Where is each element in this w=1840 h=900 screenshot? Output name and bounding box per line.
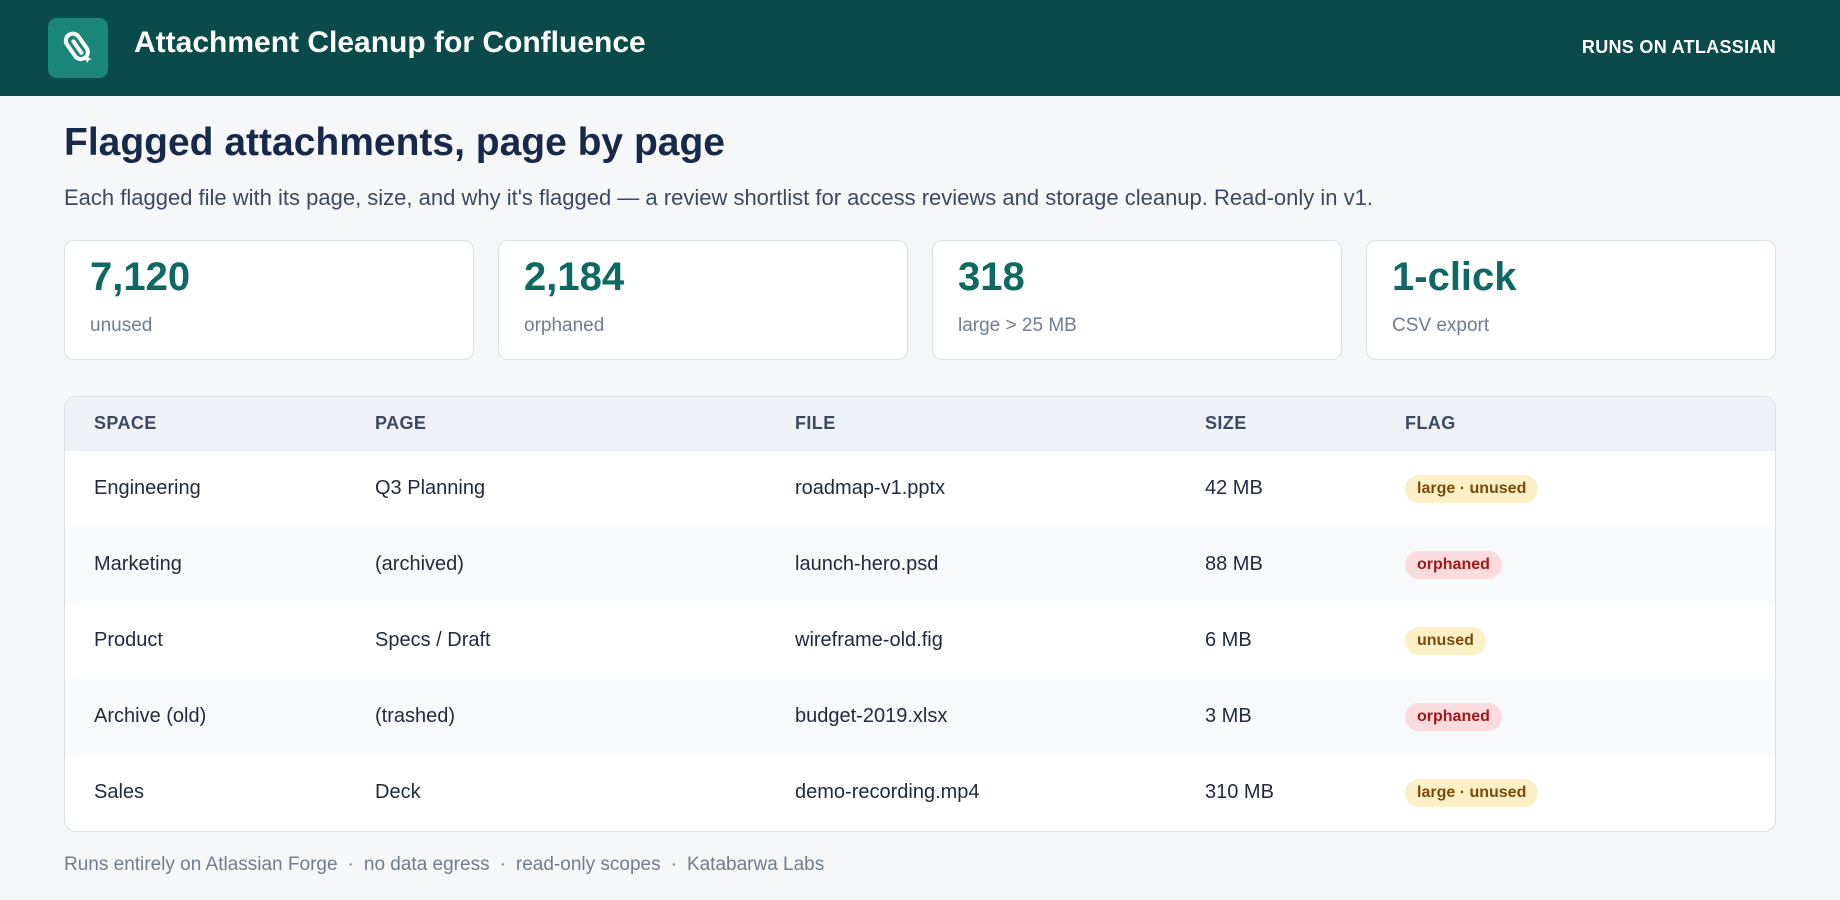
cell-file: roadmap-v1.pptx: [795, 477, 946, 500]
stat-card-unused: 7,120 unused: [64, 239, 474, 360]
cell-page: Deck: [375, 781, 421, 804]
runs-on-atlassian-label: RUNS ON ATLASSIAN: [1581, 36, 1776, 57]
stat-label: large > 25 MB: [958, 314, 1077, 336]
footer-separator: ·: [670, 853, 677, 875]
cell-size: 42 MB: [1205, 477, 1263, 500]
table-row[interactable]: Archive (old) (trashed) budget-2019.xlsx…: [65, 678, 1775, 755]
cell-file: launch-hero.psd: [795, 553, 939, 576]
table-header-row: SPACE PAGE FILE SIZE FLAG: [65, 396, 1775, 451]
stat-card-orphaned: 2,184 orphaned: [498, 239, 908, 360]
cell-flag: unused: [1405, 626, 1775, 655]
table-row[interactable]: Sales Deck demo-recording.mp4 310 MB lar…: [65, 755, 1775, 831]
page-subtitle: Each flagged file with its page, size, a…: [64, 184, 1373, 210]
cell-space: Engineering: [94, 477, 201, 500]
cell-size: 88 MB: [1205, 553, 1263, 576]
stat-label: unused: [90, 314, 153, 336]
cell-file: budget-2019.xlsx: [795, 705, 948, 728]
cell-page: Q3 Planning: [375, 477, 486, 500]
stats-row: 7,120 unused 2,184 orphaned 318 large > …: [64, 239, 1776, 360]
flag-badge: large · unused: [1405, 778, 1539, 807]
cell-page: (archived): [375, 553, 464, 576]
stat-value: 318: [958, 254, 1025, 299]
cell-flag: orphaned: [1405, 550, 1775, 579]
cell-page: Specs / Draft: [375, 629, 491, 652]
app-title: Attachment Cleanup for Confluence: [134, 26, 646, 59]
cell-space: Product: [94, 629, 163, 652]
flag-badge: large · unused: [1405, 474, 1539, 503]
cell-space: Archive (old): [94, 705, 207, 728]
footer-item: Runs entirely on Atlassian Forge: [64, 853, 338, 875]
cell-flag: orphaned: [1405, 702, 1775, 731]
flag-badge: orphaned: [1405, 550, 1502, 579]
cell-file: wireframe-old.fig: [795, 629, 943, 652]
footer-separator: ·: [347, 853, 354, 875]
cell-size: 6 MB: [1205, 629, 1252, 652]
flag-badge: unused: [1405, 626, 1486, 655]
stat-label: CSV export: [1392, 314, 1490, 336]
page-title: Flagged attachments, page by page: [64, 121, 725, 164]
flag-badge: orphaned: [1405, 702, 1502, 731]
cell-size: 310 MB: [1205, 781, 1274, 804]
top-bar: Attachment Cleanup for Confluence RUNS O…: [0, 0, 1840, 96]
table-row[interactable]: Engineering Q3 Planning roadmap-v1.pptx …: [65, 451, 1775, 527]
cell-size: 3 MB: [1205, 705, 1252, 728]
cell-flag: large · unused: [1405, 778, 1775, 807]
table-row[interactable]: Marketing (archived) launch-hero.psd 88 …: [65, 526, 1775, 603]
footer-separator: ·: [499, 853, 506, 875]
column-header-page[interactable]: PAGE: [375, 413, 795, 434]
cell-flag: large · unused: [1405, 474, 1775, 503]
cell-space: Marketing: [94, 553, 182, 576]
stat-card-csv-export: 1-click CSV export: [1366, 239, 1776, 360]
paperclip-icon: [48, 18, 108, 78]
stat-value: 7,120: [90, 254, 191, 299]
column-header-flag[interactable]: FLAG: [1405, 413, 1775, 434]
column-header-space[interactable]: SPACE: [65, 413, 375, 434]
column-header-size[interactable]: SIZE: [1205, 413, 1405, 434]
footer-item: no data egress: [363, 853, 490, 875]
flagged-attachments-table: SPACE PAGE FILE SIZE FLAG Engineering Q3…: [64, 395, 1776, 832]
footer-item: Katabarwa Labs: [686, 853, 825, 875]
stat-value: 1-click: [1392, 254, 1517, 299]
cell-file: demo-recording.mp4: [795, 781, 980, 804]
column-header-file[interactable]: FILE: [795, 413, 1205, 434]
cell-page: (trashed): [375, 705, 456, 728]
stat-card-large: 318 large > 25 MB: [932, 239, 1342, 360]
stat-value: 2,184: [524, 254, 625, 299]
footer-item: read-only scopes: [515, 853, 661, 875]
main-content: Flagged attachments, page by page Each f…: [0, 96, 1840, 876]
cell-space: Sales: [94, 781, 145, 804]
table-row[interactable]: Product Specs / Draft wireframe-old.fig …: [65, 603, 1775, 679]
footer: Runs entirely on Atlassian Forge · no data…: [64, 854, 1776, 876]
stat-label: orphaned: [524, 314, 605, 336]
